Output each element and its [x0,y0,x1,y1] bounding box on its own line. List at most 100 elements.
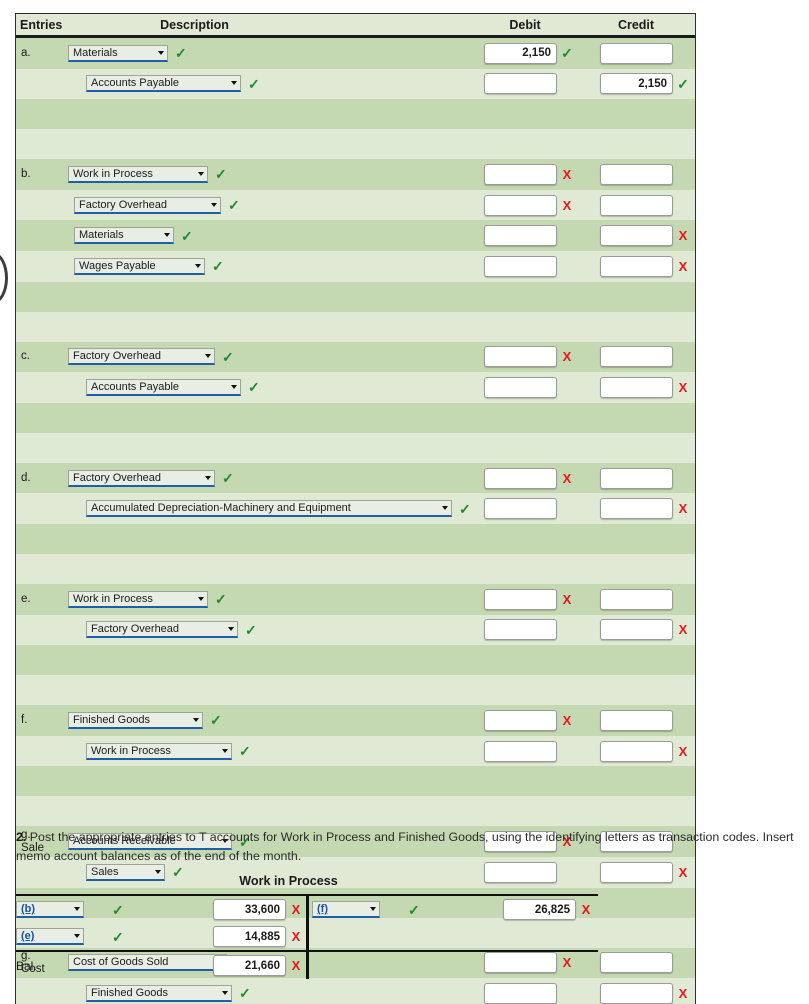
debit-amount-input[interactable] [484,194,557,216]
account-select[interactable]: Materials [74,227,174,245]
t-account-code-select[interactable]: (b) [16,901,84,918]
journal-spacer-row [16,402,695,433]
correct-check-icon: ✓ [245,621,257,638]
credit-amount-input[interactable] [600,376,673,398]
account-select[interactable]: Materials [68,44,168,62]
chevron-down-icon [205,354,211,359]
debit-amount-input[interactable] [484,588,557,610]
account-select-label: Accounts Payable [91,77,180,90]
t-account-box: (b) ✓ X (e) ✓ X (f) ✓ X [16,894,598,950]
t-account-debit-side: (b) ✓ X (e) ✓ X [16,896,306,950]
debit-amount-input[interactable] [484,740,557,762]
correct-check-icon: ✓ [112,901,124,918]
credit-amount-input[interactable] [600,163,673,185]
account-select-label: Factory Overhead [79,198,168,211]
credit-cell: X [577,498,695,520]
t-account-code-select[interactable]: (f) [312,901,380,918]
t-account-credit-amount-input[interactable] [503,899,576,920]
account-select[interactable]: Work in Process [68,590,208,608]
credit-amount-input[interactable] [600,194,673,216]
t-account-debit-amount-input[interactable] [213,899,286,920]
journal-spacer-row [16,129,695,160]
question-2-number: 2. [16,830,27,844]
debit-amount-input[interactable] [484,225,557,247]
debit-amount-input[interactable] [484,498,557,520]
debit-cell [473,376,577,398]
debit-cell: X [473,709,577,731]
credit-amount-input[interactable] [600,255,673,277]
account-select[interactable]: Wages Payable [74,257,205,275]
correct-check-icon: ✓ [175,45,187,62]
correct-check-icon: ✓ [215,166,227,183]
credit-cell: X [577,982,695,1004]
account-select[interactable]: Work in Process [86,742,232,760]
account-select[interactable]: Factory Overhead [86,621,238,639]
credit-amount-input[interactable] [600,73,673,95]
credit-cell: X [577,225,695,247]
chevron-down-icon [195,263,201,268]
credit-amount-input[interactable] [600,709,673,731]
chevron-down-icon [74,907,80,911]
credit-amount-input[interactable] [600,225,673,247]
account-select[interactable]: Accumulated Depreciation-Machinery and E… [86,500,452,518]
t-account-debit-amount-input[interactable] [213,926,286,947]
account-select[interactable]: Work in Process [68,165,208,183]
debit-amount-input[interactable] [484,346,557,368]
credit-amount-input[interactable] [600,619,673,641]
journal-entry-row: Factory Overhead ✓ X [16,189,695,221]
correct-check-icon: ✓ [112,928,124,945]
debit-amount-input[interactable] [484,467,557,489]
account-select-label: Work in Process [73,167,153,180]
credit-amount-input[interactable] [600,467,673,489]
entry-letter: a. [21,46,31,59]
chevron-down-icon [193,717,199,722]
account-select[interactable]: Factory Overhead [68,348,215,366]
account-select-label: Accounts Payable [91,380,180,393]
journal-entry-row: Work in Process ✓ X [16,735,695,767]
t-account-entries: (b) ✓ X (e) ✓ X (f) ✓ X [16,896,598,950]
account-select-label: Wages Payable [79,259,156,272]
debit-cell [473,255,577,277]
correct-check-icon: ✓ [248,75,260,92]
correct-check-icon: ✓ [215,591,227,608]
t-account-code-select[interactable]: (e) [16,928,84,945]
journal-spacer-row [16,645,695,676]
incorrect-x-icon: X [291,902,301,917]
chevron-down-icon [442,506,448,511]
debit-amount-input[interactable] [484,619,557,641]
credit-amount-input[interactable] [600,982,673,1004]
entry-letter: b. [21,168,31,181]
credit-cell [577,163,695,185]
journal-entry-row: b. Work in Process ✓ X [16,159,695,190]
credit-amount-input[interactable] [600,346,673,368]
credit-amount-input[interactable] [600,498,673,520]
debit-cell [473,498,577,520]
account-select[interactable]: Finished Goods [68,711,203,729]
debit-amount-input[interactable] [484,163,557,185]
credit-amount-input[interactable] [600,740,673,762]
account-select[interactable]: Factory Overhead [74,196,221,214]
debit-cell: X [473,163,577,185]
credit-amount-input[interactable] [600,588,673,610]
debit-amount-input[interactable] [484,376,557,398]
debit-amount-input[interactable] [484,73,557,95]
debit-amount-input[interactable] [484,255,557,277]
incorrect-x-icon: X [678,622,688,638]
entry-letter: e. [21,592,31,605]
debit-amount-input[interactable] [484,982,557,1004]
credit-cell: X [577,619,695,641]
account-select[interactable]: Finished Goods [86,984,232,1002]
credit-cell [577,467,695,489]
journal-spacer-row [16,311,695,342]
chevron-down-icon [198,171,204,176]
balance-amount-input[interactable] [213,955,286,976]
credit-amount-input[interactable] [600,42,673,64]
account-select[interactable]: Accounts Payable [86,75,241,93]
incorrect-x-icon: X [562,591,572,607]
debit-amount-input[interactable] [484,42,557,64]
account-select[interactable]: Accounts Payable [86,378,241,396]
chevron-down-icon [74,934,80,938]
account-select[interactable]: Factory Overhead [68,469,215,487]
journal-spacer-row [16,796,695,827]
debit-amount-input[interactable] [484,709,557,731]
